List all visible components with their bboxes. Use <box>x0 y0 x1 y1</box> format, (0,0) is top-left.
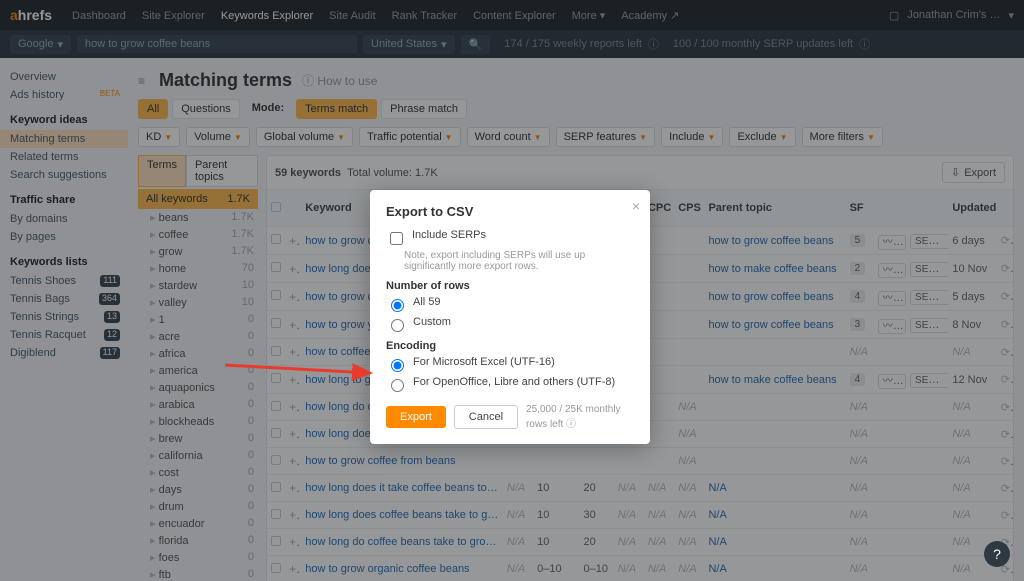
help-fab[interactable]: ? <box>984 541 1010 567</box>
include-serps-note: Note, export including SERPs will use up… <box>404 250 634 272</box>
close-icon[interactable]: × <box>632 198 640 214</box>
modal-title: Export to CSV <box>386 204 634 219</box>
export-csv-modal: × Export to CSV Include SERPs Note, expo… <box>370 190 650 444</box>
rows-left-text: 25,000 / 25K monthly rows left ⓘ <box>526 404 634 430</box>
modal-cancel-button[interactable]: Cancel <box>454 405 518 429</box>
rows-all-radio[interactable]: All 59 <box>386 296 634 312</box>
include-serps-checkbox[interactable]: Include SERPs <box>386 229 634 248</box>
rows-label: Number of rows <box>386 280 634 292</box>
encoding-label: Encoding <box>386 340 634 352</box>
rows-custom-radio[interactable]: Custom <box>386 316 634 332</box>
encoding-excel-radio[interactable]: For Microsoft Excel (UTF-16) <box>386 356 634 372</box>
encoding-utf8-radio[interactable]: For OpenOffice, Libre and others (UTF-8) <box>386 376 634 392</box>
modal-export-button[interactable]: Export <box>386 406 446 428</box>
